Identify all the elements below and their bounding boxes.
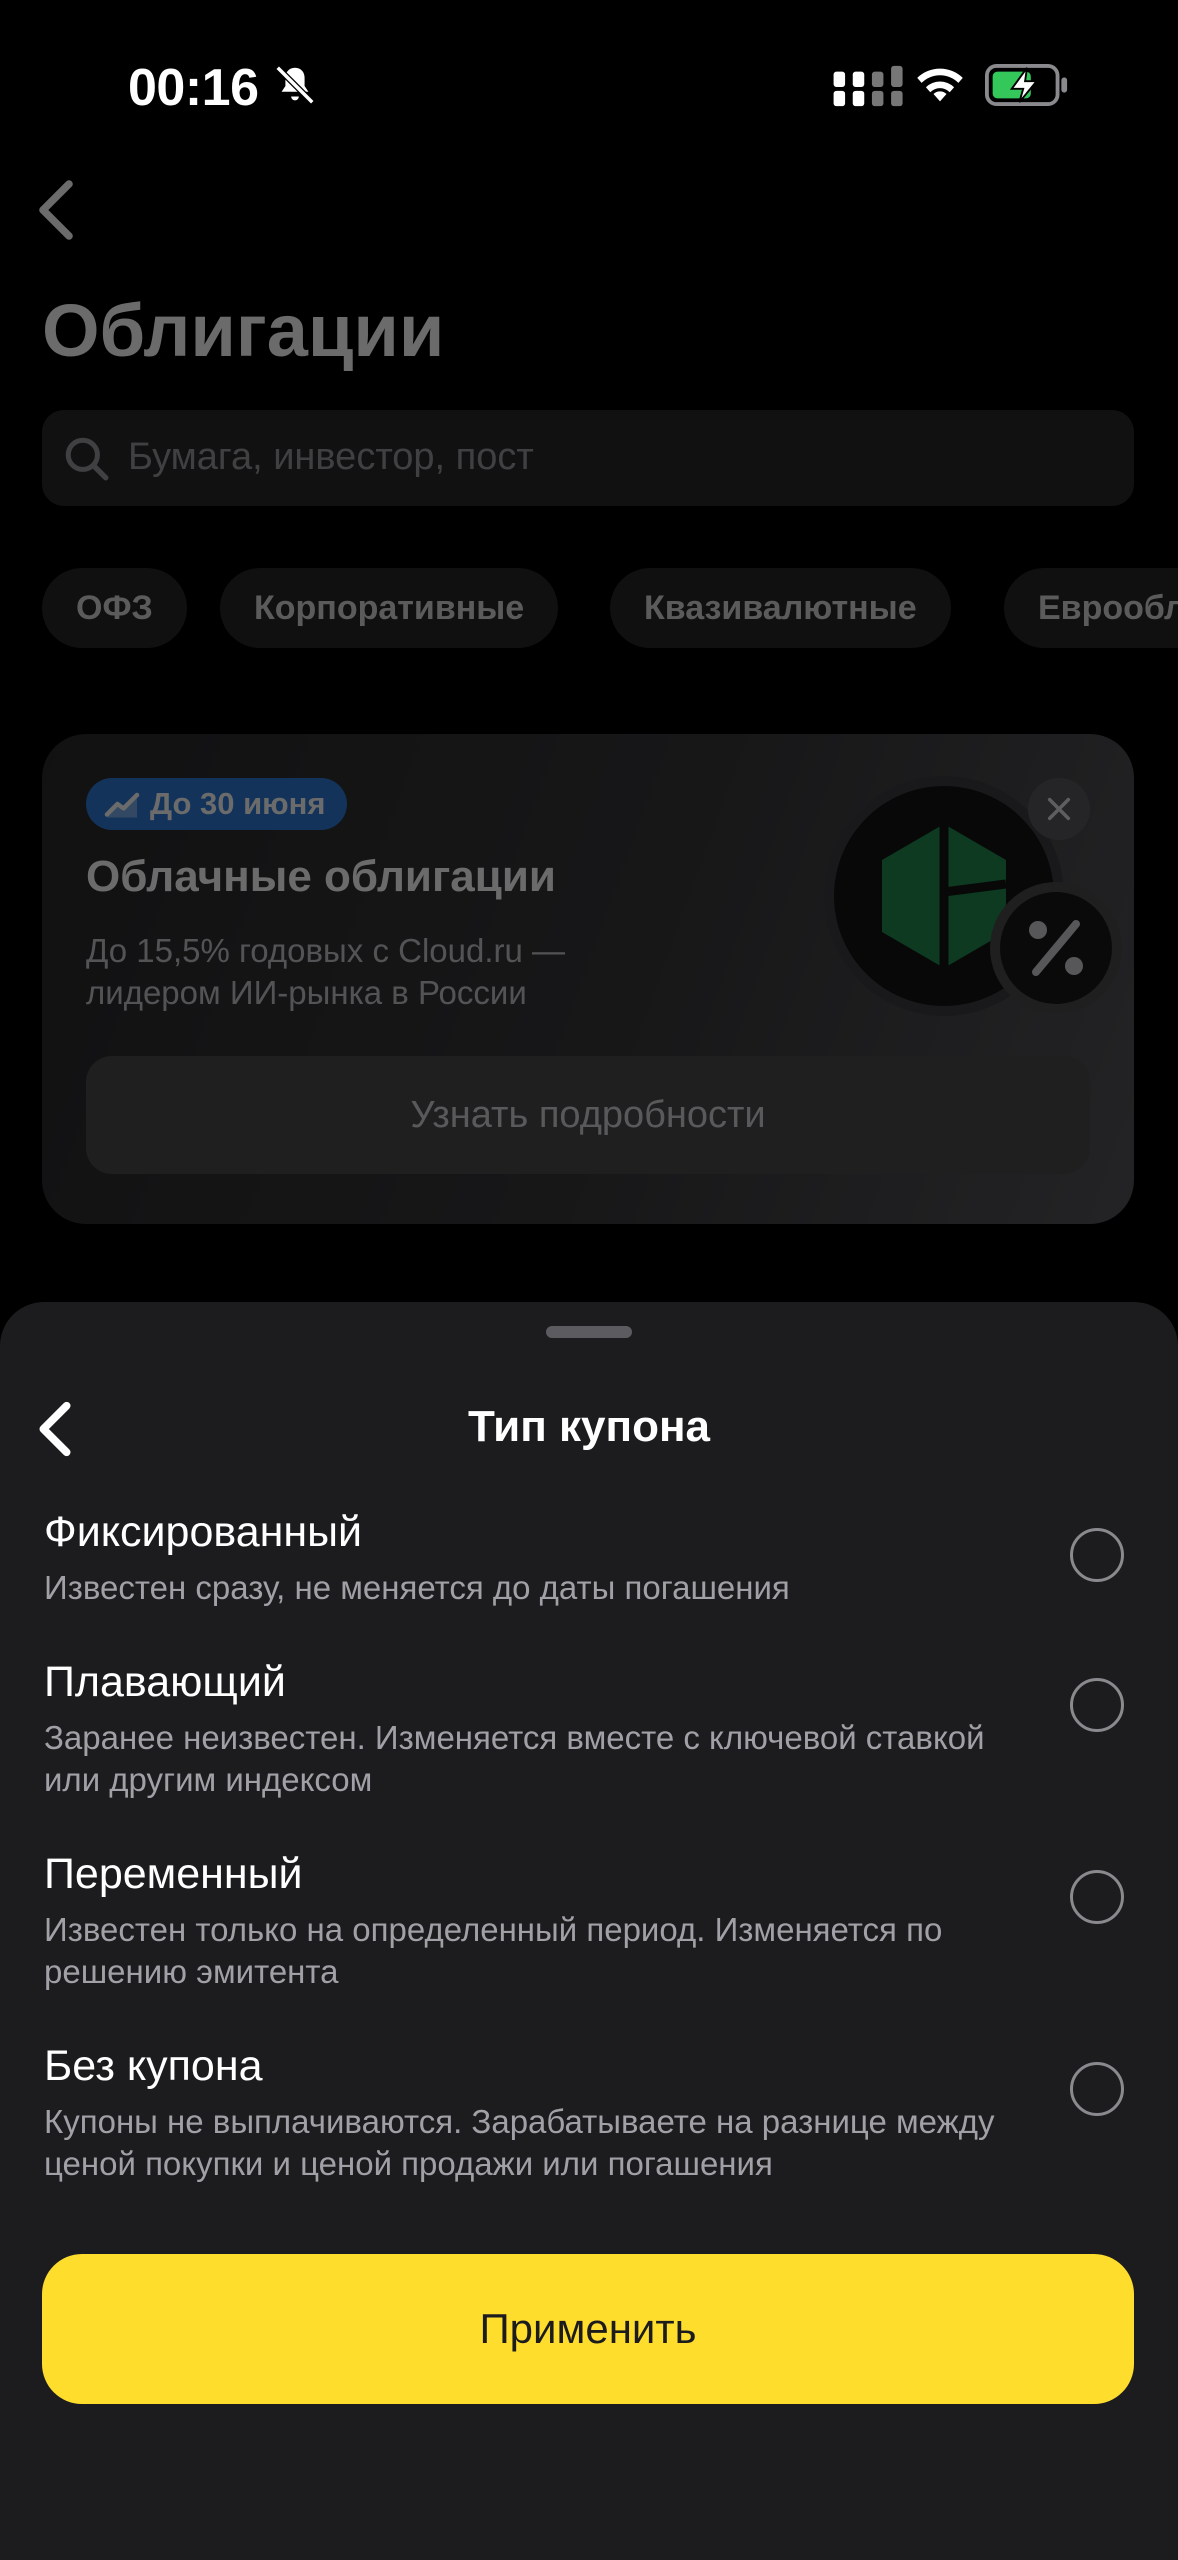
filter-chip-corporate[interactable]: Корпоративные [220, 568, 559, 648]
option-description: Известен сразу, не меняется до даты пога… [44, 1569, 790, 1606]
option-title: Без купона [44, 2042, 263, 2090]
promo-badge: До 30 июня [86, 778, 348, 830]
search-placeholder: Бумага, инвестор, пост [128, 436, 534, 478]
radio-variable[interactable] [1070, 1870, 1124, 1924]
chart-up-icon [104, 792, 140, 818]
radio-floating[interactable] [1070, 1678, 1124, 1732]
promo-details-button[interactable]: Узнать подробности [86, 1056, 1090, 1174]
promo-close-button[interactable] [1028, 778, 1090, 840]
bell-muted-icon [275, 65, 315, 105]
option-floating[interactable]: Плавающий Заранее неизвестен. Изменяется… [44, 1658, 1134, 1801]
promo-badge-label: До 30 июня [150, 786, 326, 821]
filter-chip-ofz[interactable]: ОФЗ [42, 568, 187, 648]
apply-button[interactable]: Применить [42, 2254, 1134, 2404]
sheet-grabber[interactable] [546, 1326, 632, 1338]
option-title: Плавающий [44, 1658, 286, 1706]
back-chevron-icon[interactable] [30, 175, 82, 245]
option-description: Купоны не выплачиваются. Зарабатываете н… [44, 2103, 995, 2182]
option-title: Фиксированный [44, 1508, 363, 1556]
cellular-signal-icon [833, 65, 903, 107]
option-zero-coupon[interactable]: Без купона Купоны не выплачиваются. Зара… [44, 2042, 1134, 2185]
filter-chip-quasi-currency[interactable]: Квазивалютные [610, 568, 951, 648]
close-icon [1047, 797, 1071, 821]
option-variable[interactable]: Переменный Известен только на определенн… [44, 1850, 1134, 1993]
option-fixed[interactable]: Фиксированный Известен сразу, не меняетс… [44, 1508, 1134, 1609]
option-description: Известен только на определенный период. … [44, 1911, 943, 1990]
sheet-title: Тип купона [467, 1402, 711, 1451]
promo-card[interactable]: До 30 июня Облачные облигации До 15,5% г… [42, 734, 1134, 1224]
search-icon [65, 437, 109, 481]
promo-title: Облачные облигации [86, 852, 556, 901]
promo-subtitle: До 15,5% годовых с Cloud.ru — лидером ИИ… [86, 932, 566, 1011]
page-title: Облигации [42, 289, 445, 372]
radio-fixed[interactable] [1070, 1528, 1124, 1582]
status-time: 00:16 [128, 59, 259, 117]
wifi-icon [917, 68, 963, 102]
option-title: Переменный [44, 1850, 303, 1898]
battery-charging-icon [985, 64, 1068, 106]
screen: 00:16 Облигации Бумага, инвестор, пост О… [0, 0, 1178, 2560]
option-description: Заранее неизвестен. Изменяется вместе с … [44, 1719, 985, 1798]
radio-zero-coupon[interactable] [1070, 2062, 1124, 2116]
coupon-type-sheet: Тип купона Фиксированный Известен сразу,… [0, 1302, 1178, 2560]
filter-chip-eurobonds[interactable]: Еврообл [1004, 568, 1178, 648]
